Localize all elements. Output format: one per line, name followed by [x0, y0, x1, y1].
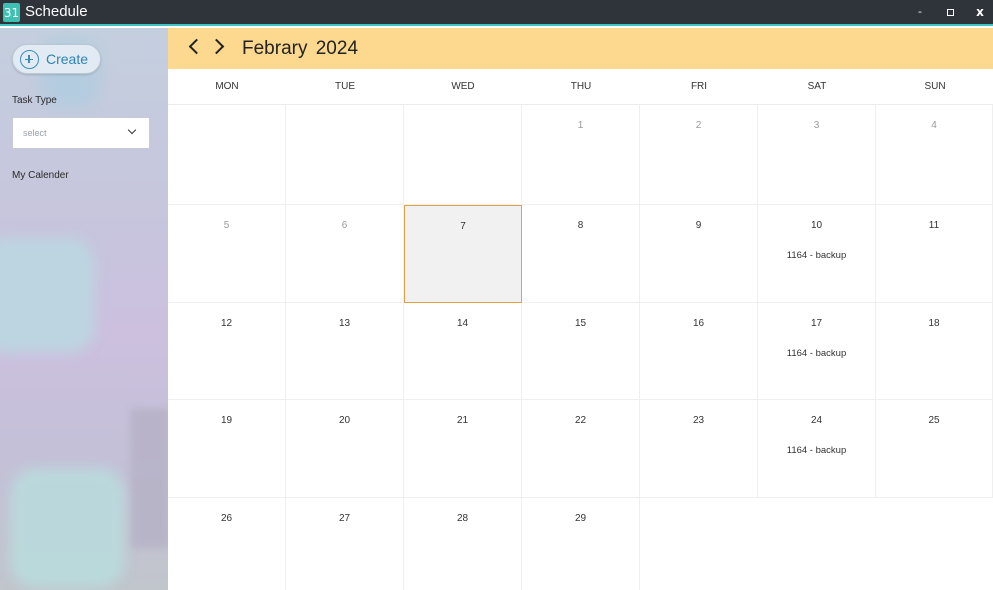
day-number: 6 [341, 220, 348, 231]
calendar-header: Febrary 2024 [168, 28, 993, 69]
day-cell[interactable]: 26 [168, 498, 286, 590]
close-button[interactable]: x [970, 3, 990, 21]
empty-day-cell [168, 105, 286, 205]
day-number: 22 [574, 415, 587, 426]
day-cell[interactable]: 24 1164 - backup [758, 400, 876, 498]
day-cell[interactable]: 21 [404, 400, 522, 498]
day-cell[interactable]: 16 [640, 303, 758, 400]
day-number: 1 [577, 120, 584, 131]
day-cell[interactable]: 8 [522, 205, 640, 303]
day-number: 21 [456, 415, 469, 426]
day-number: 11 [928, 220, 940, 231]
day-number: 10 [810, 220, 823, 231]
maximize-icon [946, 8, 954, 16]
day-number: 28 [456, 513, 469, 524]
day-cell[interactable]: 11 [876, 205, 993, 303]
background-blur [10, 468, 125, 588]
task-type-select[interactable]: select [12, 117, 150, 149]
day-cell[interactable]: 22 [522, 400, 640, 498]
month-title: Febrary 2024 [242, 38, 359, 59]
plus-circle-icon [20, 50, 39, 69]
day-cell[interactable]: 9 [640, 205, 758, 303]
weekday-header: FRI [690, 81, 708, 92]
weekday-header: WED [451, 81, 475, 92]
day-number: 19 [220, 415, 233, 426]
empty-day-cell [640, 498, 758, 590]
window-title: Schedule [25, 3, 88, 20]
day-cell[interactable]: 23 [640, 400, 758, 498]
day-number: 8 [577, 220, 584, 231]
chevron-right-icon[interactable] [208, 38, 225, 55]
empty-day-cell [876, 498, 993, 590]
calendar-event[interactable]: 1164 - backup [758, 445, 875, 456]
day-number: 15 [574, 318, 587, 329]
my-calendar-label: My Calender [12, 170, 69, 181]
day-number: 27 [338, 513, 351, 524]
day-number: 24 [810, 415, 823, 426]
weekday-header: THU [570, 81, 592, 92]
day-cell[interactable]: 7 [404, 205, 522, 303]
day-cell[interactable]: 12 [168, 303, 286, 400]
calendar-event[interactable]: 1164 - backup [758, 250, 875, 261]
day-cell[interactable]: 3 [758, 105, 876, 205]
day-cell[interactable]: 25 [876, 400, 993, 498]
day-number: 26 [220, 513, 233, 524]
calendar-event[interactable]: 1164 - backup [758, 348, 875, 359]
background-blur [130, 408, 168, 548]
day-number: 9 [695, 220, 702, 231]
day-number: 2 [695, 120, 702, 131]
day-cell[interactable]: 5 [168, 205, 286, 303]
sidebar: Create Task Type select My Calender [0, 28, 168, 590]
create-button-label: Create [46, 51, 89, 67]
day-cell[interactable]: 20 [286, 400, 404, 498]
day-number: 12 [220, 318, 233, 329]
chevron-down-icon [127, 125, 137, 135]
calendar-app-icon: 31 [3, 3, 20, 22]
day-number: 16 [692, 318, 705, 329]
day-number: 5 [223, 220, 230, 231]
title-bar: 31 Schedule - x [0, 0, 993, 26]
empty-day-cell [758, 498, 876, 590]
empty-day-cell [286, 105, 404, 205]
day-number: 13 [338, 318, 351, 329]
day-number: 20 [338, 415, 351, 426]
day-cell[interactable]: 6 [286, 205, 404, 303]
day-number: 14 [456, 318, 469, 329]
day-cell[interactable]: 4 [876, 105, 993, 205]
task-type-label: Task Type [12, 95, 57, 106]
day-number: 4 [931, 120, 937, 131]
calendar-grid: 1 2 3 4 5 6 7 8 9 10 1164 - backup 11 12 13 14 15 16 17 11… [168, 105, 993, 590]
day-cell[interactable]: 1 [522, 105, 640, 205]
day-number: 7 [460, 221, 466, 232]
day-cell[interactable]: 15 [522, 303, 640, 400]
background-blur [0, 238, 95, 353]
day-number: 29 [574, 513, 587, 524]
day-number: 18 [928, 318, 940, 329]
day-cell[interactable]: 13 [286, 303, 404, 400]
day-cell[interactable]: 2 [640, 105, 758, 205]
day-cell[interactable]: 14 [404, 303, 522, 400]
day-cell[interactable]: 19 [168, 400, 286, 498]
chevron-left-icon[interactable] [188, 38, 205, 55]
day-number: 17 [810, 318, 823, 329]
day-cell[interactable]: 29 [522, 498, 640, 590]
weekday-header: MON [215, 81, 239, 92]
day-cell[interactable]: 27 [286, 498, 404, 590]
day-cell[interactable]: 28 [404, 498, 522, 590]
maximize-button[interactable] [940, 3, 960, 21]
empty-day-cell [404, 105, 522, 205]
weekday-header: SUN [924, 81, 946, 92]
day-number: 3 [813, 120, 820, 131]
day-number: 25 [928, 415, 940, 426]
create-button[interactable]: Create [12, 44, 101, 74]
day-cell[interactable]: 10 1164 - backup [758, 205, 876, 303]
day-cell[interactable]: 18 [876, 303, 993, 400]
day-cell[interactable]: 17 1164 - backup [758, 303, 876, 400]
minimize-button[interactable]: - [910, 3, 930, 21]
task-type-select-value: select [23, 128, 47, 138]
weekday-header-row: MON TUE WED THU FRI SAT SUN [168, 69, 993, 105]
day-number: 23 [692, 415, 705, 426]
weekday-header: TUE [335, 81, 355, 92]
weekday-header: SAT [807, 81, 827, 92]
